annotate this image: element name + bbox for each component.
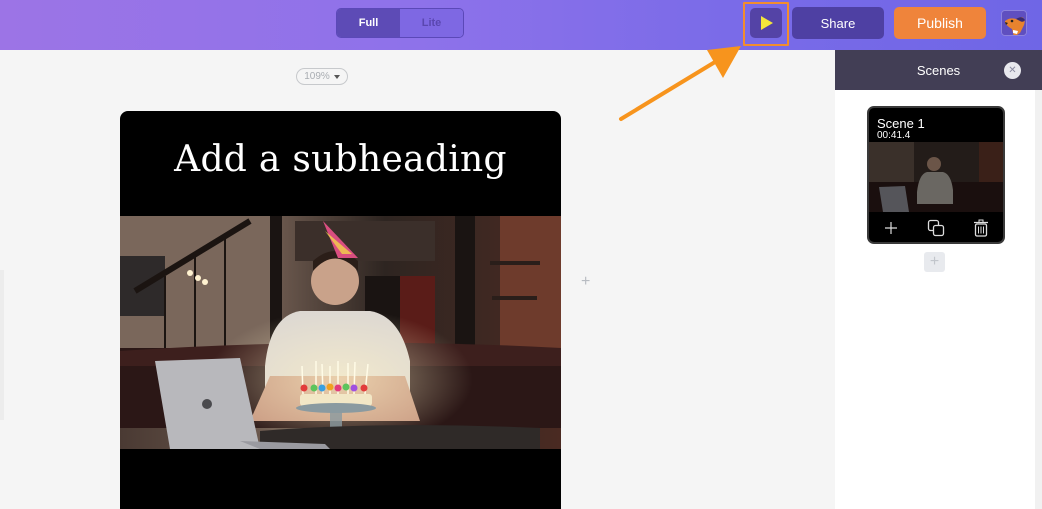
annotation-arrow-icon: [619, 46, 741, 121]
mode-toggle: Full Lite: [336, 8, 464, 38]
publish-button[interactable]: Publish: [894, 7, 986, 39]
play-icon: [761, 16, 773, 30]
trash-icon: [973, 219, 988, 237]
zoom-level-value: 109%: [304, 71, 330, 82]
add-element-plus-icon[interactable]: +: [581, 273, 590, 291]
mode-full-tab[interactable]: Full: [337, 9, 400, 37]
mode-lite-tab[interactable]: Lite: [400, 9, 463, 37]
close-icon: ✕: [1008, 65, 1017, 76]
scene-card[interactable]: Scene 1 00:41.4: [867, 106, 1005, 244]
delete-scene-button[interactable]: [971, 218, 991, 238]
add-icon: [885, 222, 898, 234]
preview-play-button[interactable]: [750, 8, 782, 38]
scenes-panel-scrollbar[interactable]: [1035, 90, 1042, 509]
scene-canvas[interactable]: Add a subheading: [120, 111, 561, 509]
add-scene-after-button[interactable]: [881, 218, 901, 238]
scene-duration: 00:41.4: [877, 130, 911, 141]
duplicate-scene-button[interactable]: [926, 218, 946, 238]
chevron-down-icon: [333, 74, 340, 79]
scenes-panel-title: Scenes: [916, 62, 961, 78]
duplicate-icon: [927, 219, 945, 237]
plus-icon: +: [929, 253, 940, 270]
add-scene-button[interactable]: +: [924, 252, 945, 272]
scene-actions: [869, 216, 1003, 240]
left-panel-edge: [0, 270, 4, 420]
scenes-panel: Scenes ✕ Scene 1 00:41.4 +: [835, 50, 1042, 509]
share-button[interactable]: Share: [792, 7, 884, 39]
birthday-video-image: [120, 216, 561, 449]
avatar[interactable]: [1001, 10, 1027, 36]
video-frame[interactable]: [120, 216, 561, 449]
scene-thumbnail-image: [869, 142, 1003, 212]
scene-title: Scene 1: [877, 116, 925, 131]
zoom-level-dropdown[interactable]: 109%: [296, 68, 348, 85]
scene-thumbnail: [869, 142, 1003, 212]
top-bar: Full Lite Share Publish: [0, 0, 1042, 50]
close-scenes-panel-button[interactable]: ✕: [1004, 62, 1021, 79]
subheading-text[interactable]: Add a subheading: [120, 139, 561, 180]
dog-mascot-icon: [1002, 11, 1026, 35]
